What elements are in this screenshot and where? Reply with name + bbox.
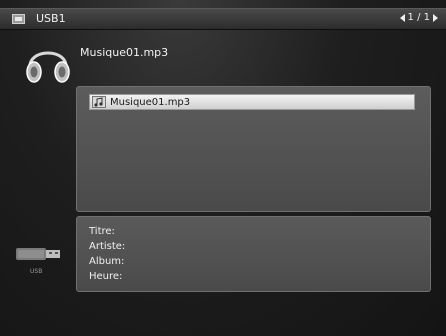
page-next-icon[interactable] [433, 13, 438, 22]
usb-stick-icon[interactable] [16, 246, 62, 262]
music-note-icon [92, 96, 106, 108]
list-item-label: Musique01.mp3 [110, 96, 191, 108]
top-bar: USB1 1 / 1 [0, 8, 446, 30]
page-count: 1 / 1 [407, 12, 430, 23]
media-player-screen: USB1 1 / 1 Musique01.mp3 Musique01.mp3 T… [0, 0, 446, 336]
page-indicator: 1 / 1 [399, 12, 438, 23]
track-info-panel: Titre: Artiste: Album: Heure: [76, 216, 431, 292]
headphones-icon [26, 51, 70, 83]
device-label: USB1 [36, 12, 66, 25]
list-item[interactable]: Musique01.mp3 [89, 94, 415, 110]
page-prev-icon[interactable] [399, 13, 405, 22]
time-label: Heure: [89, 271, 123, 282]
title-label: Titre: [89, 226, 115, 237]
artist-label: Artiste: [89, 241, 126, 252]
file-list-panel: Musique01.mp3 [76, 86, 431, 212]
now-playing-title: Musique01.mp3 [80, 46, 169, 59]
album-label: Album: [89, 256, 125, 267]
usb-drive-icon [12, 14, 25, 24]
source-label: USB [30, 268, 43, 275]
